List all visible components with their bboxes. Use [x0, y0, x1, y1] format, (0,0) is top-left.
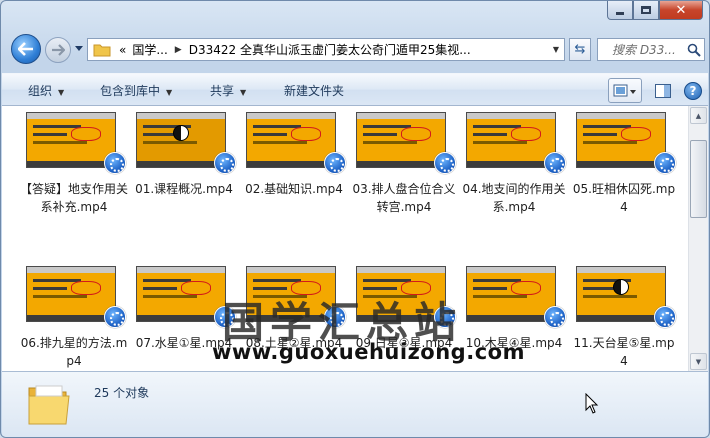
refresh-icon: ⇆	[574, 42, 586, 57]
video-thumbnail	[576, 112, 666, 168]
command-bar: 组织 ▼ 包含到库中 ▼ 共享 ▼ 新建文件夹 ?	[2, 73, 708, 106]
chevron-down-icon: ▼	[240, 88, 247, 97]
media-player-icon	[214, 152, 236, 174]
file-name: 11.天台星⑤星.mp4	[573, 336, 675, 368]
address-dropdown-icon[interactable]: ▼	[548, 39, 564, 60]
history-dropdown-icon[interactable]	[75, 44, 83, 52]
media-player-icon	[544, 152, 566, 174]
file-name: 04.地支间的作用关系.mp4	[462, 182, 566, 214]
address-overflow[interactable]: «	[119, 43, 126, 57]
close-icon: ✕	[675, 2, 687, 18]
explorer-window: ✕ « 国学... ▶ D33422 全真华山派玉虚门姜太公奇门遁甲25集视..…	[0, 0, 710, 438]
refresh-button[interactable]: ⇆	[569, 38, 591, 61]
video-thumbnail	[466, 266, 556, 322]
caption-buttons: ✕	[607, 1, 703, 20]
media-player-icon	[104, 152, 126, 174]
media-player-icon	[654, 306, 676, 328]
preview-pane-icon	[655, 83, 671, 98]
file-name: 01.课程概况.mp4	[135, 182, 233, 196]
minimize-icon	[616, 11, 624, 15]
scroll-up-icon[interactable]: ▲	[690, 107, 707, 124]
file-name: 06.排九星的方法.mp4	[20, 336, 128, 368]
include-in-library-label: 包含到库中	[100, 84, 161, 98]
chevron-down-icon: ▼	[58, 88, 65, 97]
folder-icon	[93, 44, 111, 56]
watermark-url: www.guoxuehuizong.com	[212, 340, 525, 364]
media-player-icon	[544, 306, 566, 328]
help-button[interactable]: ?	[684, 81, 702, 100]
item-count: 25 个对象	[94, 386, 150, 400]
organize-label: 组织	[28, 84, 53, 98]
search-box[interactable]: 搜索 D33...	[597, 38, 705, 61]
breadcrumb-arrow-icon[interactable]: ▶	[175, 45, 182, 55]
folder-icon	[28, 385, 70, 425]
view-button[interactable]	[608, 78, 642, 103]
navigation-row: « 国学... ▶ D33422 全真华山派玉虚门姜太公奇门遁甲25集视... …	[7, 34, 705, 64]
new-folder-button[interactable]: 新建文件夹	[284, 82, 344, 99]
video-thumbnail	[26, 266, 116, 322]
close-button[interactable]: ✕	[659, 1, 703, 20]
maximize-icon	[641, 6, 651, 14]
video-thumbnail	[246, 112, 336, 168]
chevron-down-icon: ▼	[166, 88, 173, 97]
media-player-icon	[104, 306, 126, 328]
file-name: 05.旺相休囚死.mp4	[572, 182, 676, 214]
back-button[interactable]	[11, 34, 41, 64]
scroll-thumb[interactable]	[690, 140, 707, 218]
toolbar-right: ?	[608, 78, 702, 103]
address-bar[interactable]: « 国学... ▶ D33422 全真华山派玉虚门姜太公奇门遁甲25集视... …	[87, 38, 565, 61]
forward-button[interactable]	[45, 37, 71, 63]
address-segment-parent[interactable]: 国学...	[132, 41, 167, 58]
preview-pane-button[interactable]	[652, 80, 674, 102]
file-list[interactable]: 【答疑】地支作用关系补充.mp4 01.课程概况.mp4 02.基础知识.mp4 03…	[2, 106, 688, 371]
arrow-left-icon	[18, 42, 33, 56]
maximize-button[interactable]	[633, 1, 659, 20]
help-icon: ?	[689, 83, 697, 98]
details-pane: 25 个对象	[2, 371, 708, 437]
video-thumbnail	[466, 112, 556, 168]
vertical-scrollbar[interactable]: ▲ ▼	[688, 106, 708, 371]
share-label: 共享	[210, 84, 235, 98]
search-icon[interactable]	[687, 43, 701, 57]
file-name: 03.排人盘合位合义转宫.mp4	[352, 182, 456, 214]
minimize-button[interactable]	[607, 1, 633, 20]
video-thumbnail	[356, 112, 446, 168]
mouse-cursor-icon	[585, 393, 599, 414]
search-input[interactable]: 搜索 D33...	[612, 41, 687, 58]
organize-menu[interactable]: 组织 ▼	[28, 82, 64, 99]
file-name: 【答疑】地支作用关系补充.mp4	[20, 182, 129, 214]
view-icon	[613, 84, 636, 96]
address-segment-current[interactable]: D33422 全真华山派玉虚门姜太公奇门遁甲25集视...	[189, 41, 471, 58]
video-thumbnail	[136, 112, 226, 168]
share-menu[interactable]: 共享 ▼	[210, 82, 246, 99]
video-thumbnail	[136, 266, 226, 322]
file-name: 02.基础知识.mp4	[245, 182, 343, 196]
video-thumbnail	[576, 266, 666, 322]
scroll-down-icon[interactable]: ▼	[690, 353, 707, 370]
new-folder-label: 新建文件夹	[284, 84, 345, 98]
include-in-library-menu[interactable]: 包含到库中 ▼	[100, 82, 172, 99]
arrow-right-icon	[52, 44, 65, 56]
video-thumbnail	[26, 112, 116, 168]
media-player-icon	[324, 152, 346, 174]
media-player-icon	[434, 152, 456, 174]
media-player-icon	[654, 152, 676, 174]
